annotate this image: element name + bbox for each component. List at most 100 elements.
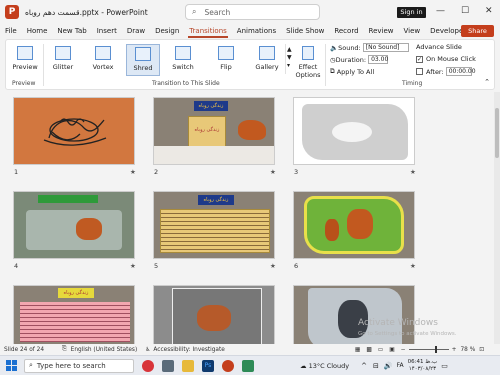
input-language[interactable]: FA	[397, 362, 404, 369]
effect-options-button[interactable]: Effect Options	[294, 44, 322, 79]
network-icon[interactable]: ⊟	[373, 362, 379, 370]
slide-title-box: زندگی روباه	[58, 288, 94, 298]
volume-icon[interactable]: 🔊	[384, 362, 393, 370]
view-slideshow-icon[interactable]: ▣	[389, 347, 394, 353]
transition-star-icon: ★	[130, 168, 136, 176]
tab-design[interactable]: Design	[150, 24, 184, 38]
notifications-icon[interactable]: ▭	[441, 362, 448, 370]
search-box[interactable]: ⌕ Search	[185, 4, 320, 20]
fox-pair-image	[26, 210, 122, 250]
close-icon[interactable]: ✕	[485, 6, 493, 16]
snow-image	[154, 146, 274, 164]
tray-chevron-icon[interactable]: ^	[361, 362, 367, 370]
tab-transitions[interactable]: Transitions	[184, 24, 232, 38]
transition-vortex[interactable]: Vortex	[86, 44, 120, 76]
after-input[interactable]: 00:00.00	[445, 67, 476, 76]
status-bar: Slide 24 of 24 ⎘ English (United States)…	[0, 344, 500, 355]
tab-view[interactable]: View	[399, 24, 426, 38]
weather-widget[interactable]: ☁ 13°C Cloudy	[300, 362, 349, 370]
tab-slide-show[interactable]: Slide Show	[281, 24, 329, 38]
tab-draw[interactable]: Draw	[122, 24, 150, 38]
slide-title-bar	[38, 195, 98, 203]
slide-count: Slide 24 of 24	[4, 346, 45, 353]
transition-star-icon: ★	[410, 168, 416, 176]
slide-number: 3	[294, 168, 299, 176]
checkbox-unchecked-icon	[416, 68, 423, 75]
slide-thumbnail-4[interactable]	[13, 191, 135, 259]
view-normal-icon[interactable]: ▦	[355, 347, 360, 353]
photoshop-icon[interactable]: Ps	[202, 359, 214, 372]
powerpoint-taskbar-icon[interactable]	[222, 359, 234, 372]
search-icon: ⌕	[29, 361, 33, 369]
vertical-scrollbar[interactable]	[494, 92, 500, 344]
slide-thumbnail-5[interactable]: زندگی روباه	[153, 191, 275, 259]
slide-text-card	[160, 209, 270, 253]
shred-icon	[135, 47, 151, 61]
fit-slide-icon[interactable]: ⊡	[479, 347, 484, 353]
slide-number: 5	[154, 262, 159, 270]
sign-in-button[interactable]: Sign in	[397, 7, 426, 18]
fox-family-image	[172, 288, 262, 344]
slide-thumbnail-1[interactable]	[13, 97, 135, 165]
transition-star-icon: ★	[270, 262, 276, 270]
slide-text-card	[20, 302, 130, 342]
search-icon: ⌕	[192, 7, 197, 16]
task-view-icon[interactable]	[162, 359, 174, 372]
tab-review[interactable]: Review	[364, 24, 399, 38]
preview-button[interactable]: Preview	[8, 44, 42, 76]
ribbon-tabs: File Home New Tab Insert Draw Design Tra…	[0, 24, 500, 38]
zoom-out-icon[interactable]: −	[401, 347, 406, 353]
apply-to-all-button[interactable]: ⧉ Apply To All	[330, 67, 374, 76]
tab-file[interactable]: File	[0, 24, 22, 38]
app-taskbar-icon[interactable]	[242, 359, 254, 372]
tab-record[interactable]: Record	[329, 24, 363, 38]
slide-thumbnail-2[interactable]: زندگی روباه زندگی روباه	[153, 97, 275, 165]
minimize-icon[interactable]: —	[436, 6, 445, 16]
slide-thumbnail-8[interactable]	[153, 285, 275, 344]
transition-switch[interactable]: Switch	[166, 44, 200, 76]
clock[interactable]: 06:41 ب.ظ ۱۴۰۳/۰۸/۲۳	[408, 359, 438, 373]
maximize-icon[interactable]: ☐	[461, 6, 469, 16]
sound-dropdown[interactable]: [No Sound]	[362, 43, 409, 52]
fox-image	[238, 120, 266, 140]
windows-start-icon[interactable]	[6, 360, 17, 371]
ribbon-panel: Preview Preview Glitter Vortex Shred Swi…	[5, 39, 495, 90]
transition-flip[interactable]: Flip	[209, 44, 243, 76]
group-label-preview: Preview	[12, 80, 36, 87]
taskbar-search[interactable]: ⌕ Type here to search	[24, 358, 134, 373]
gallery-scroll-arrows[interactable]: ▲ ▼ ▾	[287, 46, 292, 70]
effect-options-icon	[302, 46, 314, 60]
zoom-slider[interactable]	[408, 346, 449, 353]
flip-icon	[218, 46, 234, 60]
vortex-icon	[95, 46, 111, 60]
tab-animations[interactable]: Animations	[232, 24, 281, 38]
zoom-level[interactable]: 78 %	[460, 347, 475, 353]
tab-home[interactable]: Home	[22, 24, 53, 38]
windows-taskbar: ⌕ Type here to search Ps ☁ 13°C Cloudy ^…	[0, 355, 500, 375]
accessibility-status[interactable]: Accessibility: Investigate	[153, 347, 224, 353]
view-reading-icon[interactable]: ▭	[378, 347, 383, 353]
file-explorer-icon[interactable]	[182, 359, 194, 372]
slide-thumbnail-7[interactable]: زندگی روباه	[13, 285, 135, 344]
transition-glitter[interactable]: Glitter	[46, 44, 80, 76]
slide-thumbnail-3[interactable]	[293, 97, 415, 165]
share-button[interactable]: Share	[461, 25, 494, 37]
transition-shred[interactable]: Shred	[126, 44, 160, 76]
duration-input[interactable]: 03.00	[368, 55, 388, 64]
tab-new-tab[interactable]: New Tab	[52, 24, 91, 38]
slide-number: 4	[14, 262, 19, 270]
news-widget-icon[interactable]	[142, 359, 154, 372]
transition-gallery[interactable]: Gallery	[250, 44, 284, 76]
slide-thumbnail-6[interactable]	[293, 191, 415, 259]
collapse-ribbon-icon[interactable]: ⌃	[484, 78, 490, 86]
on-mouse-click-checkbox[interactable]: ✓ On Mouse Click	[416, 55, 476, 63]
window-title: قسمت دهم روباه.pptx - PowerPoint	[25, 7, 148, 17]
language-status[interactable]: English (United States)	[71, 347, 138, 353]
transition-star-icon: ★	[410, 262, 416, 270]
after-checkbox-row[interactable]: After: 00:00.00	[416, 67, 476, 76]
sound-icon: 🔈	[330, 43, 339, 52]
sound-row: 🔈 Sound: [No Sound]	[330, 43, 409, 52]
view-sorter-icon[interactable]: ▩	[366, 347, 371, 353]
zoom-in-icon[interactable]: +	[452, 347, 457, 353]
tab-insert[interactable]: Insert	[92, 24, 122, 38]
